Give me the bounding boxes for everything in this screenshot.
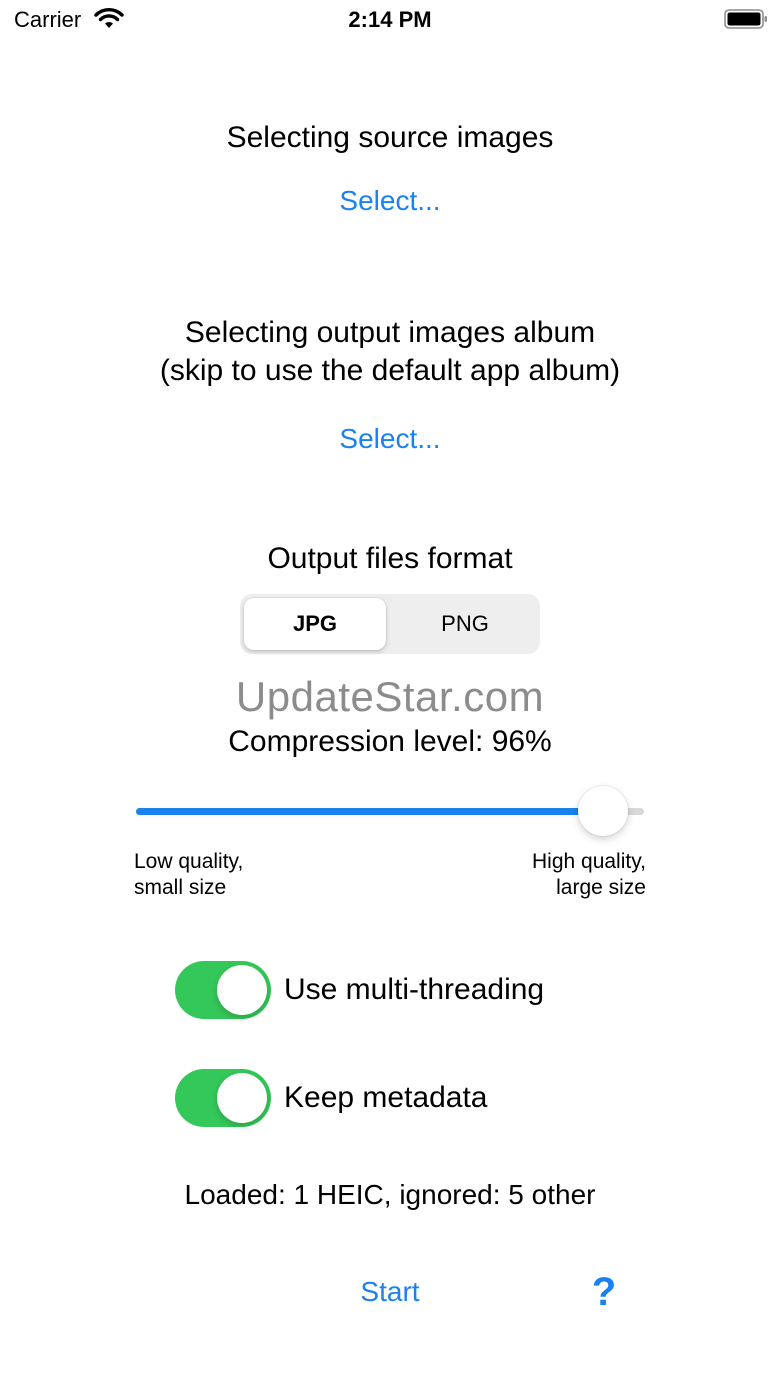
multithreading-switch[interactable] (175, 961, 271, 1019)
metadata-switch[interactable] (175, 1069, 271, 1127)
start-button[interactable]: Start (340, 1274, 440, 1310)
multithreading-label: Use multi-threading (284, 973, 545, 1006)
compression-label: Compression level: 96% (228, 725, 552, 758)
load-status-text: Loaded: 1 HEIC, ignored: 5 other (184, 1179, 596, 1210)
compression-slider-fill (136, 808, 604, 815)
album-heading-line1: Selecting output images album (184, 316, 596, 349)
format-option-jpg[interactable]: JPG (244, 598, 386, 650)
low-quality-caption-line2: small size (134, 876, 227, 899)
high-quality-caption-line2: large size (556, 876, 646, 899)
help-icon[interactable]: ? (584, 1268, 624, 1316)
metadata-switch-knob (217, 1073, 267, 1123)
status-time: 2:14 PM (348, 7, 432, 32)
select-source-button[interactable]: Select... (339, 183, 440, 219)
format-heading: Output files format (267, 542, 513, 575)
compression-slider-thumb[interactable] (578, 786, 629, 836)
low-quality-caption-line1: Low quality, (134, 850, 244, 873)
battery-icon (724, 9, 767, 29)
high-quality-caption-line1: High quality, (531, 850, 646, 873)
source-select-wrap: Select... (0, 183, 780, 219)
album-select-wrap: Select... (0, 421, 780, 457)
watermark: UpdateStar.com (235, 673, 545, 720)
multithreading-switch-knob (217, 965, 267, 1015)
album-heading-line2: (skip to use the default app album) (159, 354, 621, 387)
metadata-label: Keep metadata (284, 1081, 488, 1114)
format-option-png[interactable]: PNG (394, 598, 536, 650)
source-heading: Selecting source images (226, 121, 554, 154)
format-segmented-control: JPG PNG (240, 594, 540, 654)
select-album-button[interactable]: Select... (339, 421, 440, 457)
